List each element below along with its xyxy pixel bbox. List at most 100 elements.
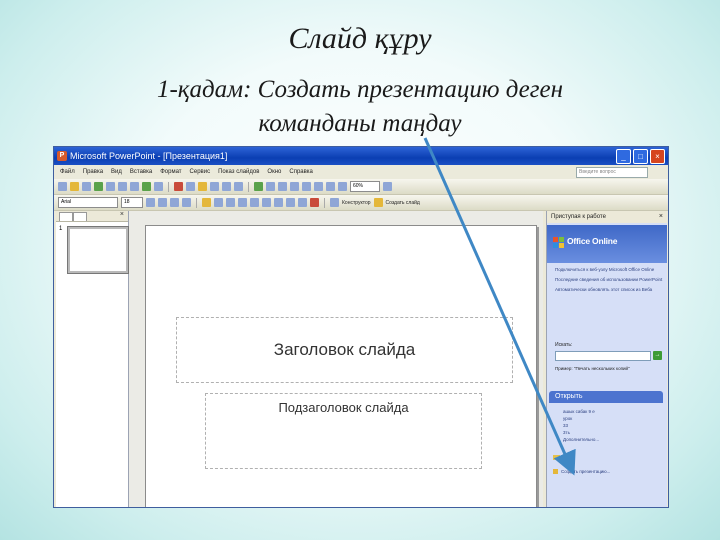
expand-icon[interactable] (302, 182, 311, 191)
task-pane: Приступая к работе × Office Online Подкл… (546, 211, 667, 507)
title-placeholder[interactable]: Заголовок слайда (176, 317, 513, 383)
task-pane-header: Приступая к работе × (547, 211, 667, 223)
menu-format[interactable]: Формат (160, 165, 181, 179)
design-icon[interactable] (330, 198, 339, 207)
toolbar-separator (248, 181, 249, 192)
recent-file[interactable]: 33 (563, 422, 663, 429)
open-section-header: Открыть (549, 391, 663, 403)
recent-file[interactable]: 3ть (563, 429, 663, 436)
close-button[interactable]: × (650, 149, 665, 164)
more-files-link[interactable]: Дополнительно... (563, 436, 663, 443)
menu-edit[interactable]: Правка (83, 165, 103, 179)
new-slide-icon[interactable] (373, 198, 383, 207)
office-logo-icon (553, 237, 565, 249)
recent-files-list: ашык сабак 9 е урок 33 3ть Дополнительно… (563, 408, 663, 443)
open-icon[interactable] (70, 182, 79, 191)
thumbnail-tabs: × (56, 211, 128, 222)
search-input[interactable] (555, 351, 651, 361)
minimize-button[interactable]: _ (616, 149, 631, 164)
search-example: Пример: "Печать нескольких копий" (555, 366, 630, 371)
underline-icon[interactable] (170, 198, 179, 207)
office-online-links: Подключиться к веб-узлу Microsoft Office… (555, 267, 665, 297)
search-go-button[interactable]: → (653, 351, 662, 360)
numbering-icon[interactable] (238, 198, 247, 207)
slide-canvas: Заголовок слайда Подзаголовок слайда (145, 225, 537, 507)
format-painter-icon[interactable] (210, 182, 219, 191)
menu-slideshow[interactable]: Показ слайдов (218, 165, 259, 179)
slide-heading: Слайд құру (288, 22, 432, 55)
recent-file[interactable]: ашык сабак 9 е (563, 408, 663, 415)
instruction-line-2: команданы таңдау (258, 110, 462, 137)
align-center-icon[interactable] (214, 198, 223, 207)
cut-icon[interactable] (174, 182, 183, 191)
powerpoint-icon: P (57, 151, 67, 161)
increase-font-icon[interactable] (262, 198, 271, 207)
paste-icon[interactable] (198, 182, 207, 191)
email-icon[interactable] (106, 182, 115, 191)
toolbar-separator (196, 197, 197, 208)
chart-icon[interactable] (254, 182, 263, 191)
table-icon[interactable] (266, 182, 275, 191)
maximize-button[interactable]: □ (633, 149, 648, 164)
bullets-icon[interactable] (250, 198, 259, 207)
window-title: Microsoft PowerPoint - [Презентация1] (70, 151, 228, 161)
copy-icon[interactable] (186, 182, 195, 191)
slide-thumbnail[interactable] (68, 227, 128, 273)
align-right-icon[interactable] (226, 198, 235, 207)
research-icon[interactable] (154, 182, 163, 191)
menu-view[interactable]: Вид (111, 165, 122, 179)
recent-file[interactable]: урок (563, 415, 663, 422)
hyperlink-icon[interactable] (290, 182, 299, 191)
redo-icon[interactable] (234, 182, 243, 191)
create-presentation-label: Создать презентацию... (561, 469, 611, 474)
font-size-select[interactable]: 18 (121, 197, 143, 208)
create-presentation-link[interactable]: Создать презентацию... (553, 469, 611, 475)
help-question-input[interactable]: Введите вопрос (576, 167, 648, 178)
color-grayscale-icon[interactable] (338, 182, 347, 191)
undo-icon[interactable] (222, 182, 231, 191)
menu-help[interactable]: Справка (289, 165, 313, 179)
print-icon[interactable] (118, 182, 127, 191)
subtitle-placeholder[interactable]: Подзаголовок слайда (205, 393, 482, 469)
tab-slides[interactable] (73, 212, 87, 221)
grid-icon[interactable] (326, 182, 335, 191)
shadow-icon[interactable] (182, 198, 191, 207)
create-slide-button[interactable]: Создать слайд (386, 200, 420, 206)
slide-number: 1 (59, 226, 63, 232)
new-icon[interactable] (58, 182, 67, 191)
menu-tools[interactable]: Сервис (190, 165, 211, 179)
close-icon[interactable]: × (659, 211, 663, 223)
menu-insert[interactable]: Вставка (130, 165, 152, 179)
link-connect-office-online[interactable]: Подключиться к веб-узлу Microsoft Office… (555, 267, 665, 273)
menu-file[interactable]: Файл (60, 165, 75, 179)
font-name-select[interactable]: Arial (58, 197, 118, 208)
align-left-icon[interactable] (202, 198, 211, 207)
designer-button[interactable]: Конструктор (342, 200, 371, 206)
instruction-line-1: 1-қадам: Создать презентацию деген (156, 76, 564, 103)
zoom-select[interactable]: 60% (350, 181, 380, 192)
spelling-icon[interactable] (142, 182, 151, 191)
office-online-label[interactable]: Office Online (567, 236, 617, 246)
bold-icon[interactable] (146, 198, 155, 207)
toolbar-separator (168, 181, 169, 192)
save-icon[interactable] (82, 182, 91, 191)
new-presentation-icon (553, 469, 558, 475)
decrease-font-icon[interactable] (274, 198, 283, 207)
link-auto-update[interactable]: Автоматически обновлять этот список из В… (555, 287, 665, 293)
permission-icon[interactable] (94, 182, 103, 191)
menu-window[interactable]: Окно (267, 165, 281, 179)
preview-icon[interactable] (130, 182, 139, 191)
italic-icon[interactable] (158, 198, 167, 207)
standard-toolbar: 60% (54, 179, 668, 195)
show-formatting-icon[interactable] (314, 182, 323, 191)
close-icon[interactable]: × (120, 211, 124, 218)
increase-indent-icon[interactable] (298, 198, 307, 207)
link-latest-news[interactable]: Последние сведения об использовании Powe… (555, 277, 665, 283)
tables-borders-icon[interactable] (278, 182, 287, 191)
decrease-indent-icon[interactable] (286, 198, 295, 207)
task-pane-title: Приступая к работе (551, 214, 606, 220)
font-color-icon[interactable] (310, 198, 319, 207)
tab-outline[interactable] (59, 212, 73, 221)
help-icon[interactable] (383, 182, 392, 191)
slide-editor: Заголовок слайда Подзаголовок слайда (129, 211, 543, 507)
